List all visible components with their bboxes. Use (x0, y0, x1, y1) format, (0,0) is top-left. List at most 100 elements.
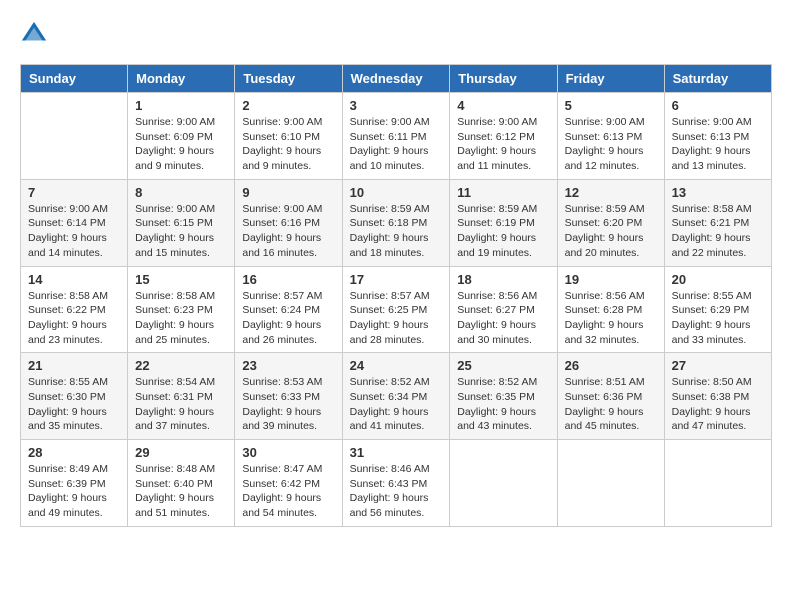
calendar-cell: 12 Sunrise: 8:59 AM Sunset: 6:20 PM Dayli… (557, 179, 664, 266)
calendar-cell: 25 Sunrise: 8:52 AM Sunset: 6:35 PM Dayli… (450, 353, 557, 440)
calendar-cell: 11 Sunrise: 8:59 AM Sunset: 6:19 PM Dayli… (450, 179, 557, 266)
day-number: 6 (672, 98, 764, 113)
calendar-header-row: SundayMondayTuesdayWednesdayThursdayFrid… (21, 65, 772, 93)
calendar-cell: 4Sunrise: 9:00 AM Sunset: 6:12 PM Daylig… (450, 93, 557, 180)
day-info: Sunrise: 8:52 AM Sunset: 6:35 PM Dayligh… (457, 375, 549, 434)
calendar-cell: 23 Sunrise: 8:53 AM Sunset: 6:33 PM Dayli… (235, 353, 342, 440)
calendar-cell: 13 Sunrise: 8:58 AM Sunset: 6:21 PM Dayli… (664, 179, 771, 266)
day-number: 24 (350, 358, 443, 373)
calendar-cell: 26 Sunrise: 8:51 AM Sunset: 6:36 PM Dayli… (557, 353, 664, 440)
day-info: Sunrise: 8:50 AM Sunset: 6:38 PM Dayligh… (672, 375, 764, 434)
day-info: Sunrise: 8:59 AM Sunset: 6:20 PM Dayligh… (565, 202, 657, 261)
day-number: 17 (350, 272, 443, 287)
day-info: Sunrise: 9:00 AM Sunset: 6:10 PM Dayligh… (242, 115, 334, 174)
day-number: 14 (28, 272, 120, 287)
day-header-tuesday: Tuesday (235, 65, 342, 93)
calendar-cell: 31 Sunrise: 8:46 AM Sunset: 6:43 PM Dayli… (342, 440, 450, 527)
day-number: 18 (457, 272, 549, 287)
day-header-saturday: Saturday (664, 65, 771, 93)
calendar-week-4: 21Sunrise: 8:55 AM Sunset: 6:30 PM Dayli… (21, 353, 772, 440)
day-info: Sunrise: 8:58 AM Sunset: 6:23 PM Dayligh… (135, 289, 227, 348)
day-number: 13 (672, 185, 764, 200)
calendar-cell: 27 Sunrise: 8:50 AM Sunset: 6:38 PM Dayli… (664, 353, 771, 440)
day-header-wednesday: Wednesday (342, 65, 450, 93)
day-number: 27 (672, 358, 764, 373)
day-number: 5 (565, 98, 657, 113)
day-number: 23 (242, 358, 334, 373)
day-number: 11 (457, 185, 549, 200)
day-number: 8 (135, 185, 227, 200)
day-info: Sunrise: 8:59 AM Sunset: 6:18 PM Dayligh… (350, 202, 443, 261)
calendar-cell: 19Sunrise: 8:56 AM Sunset: 6:28 PM Dayli… (557, 266, 664, 353)
day-info: Sunrise: 8:49 AM Sunset: 6:39 PM Dayligh… (28, 462, 120, 521)
day-number: 20 (672, 272, 764, 287)
logo-icon (20, 20, 48, 48)
day-number: 7 (28, 185, 120, 200)
day-number: 12 (565, 185, 657, 200)
day-number: 2 (242, 98, 334, 113)
day-info: Sunrise: 9:00 AM Sunset: 6:14 PM Dayligh… (28, 202, 120, 261)
calendar-cell: 3 Sunrise: 9:00 AM Sunset: 6:11 PM Daylig… (342, 93, 450, 180)
day-number: 26 (565, 358, 657, 373)
day-info: Sunrise: 9:00 AM Sunset: 6:11 PM Dayligh… (350, 115, 443, 174)
calendar-week-2: 7 Sunrise: 9:00 AM Sunset: 6:14 PM Daylig… (21, 179, 772, 266)
calendar-cell: 10 Sunrise: 8:59 AM Sunset: 6:18 PM Dayli… (342, 179, 450, 266)
calendar-cell: 1 Sunrise: 9:00 AM Sunset: 6:09 PM Daylig… (128, 93, 235, 180)
calendar-table: SundayMondayTuesdayWednesdayThursdayFrid… (20, 64, 772, 527)
calendar-cell: 28 Sunrise: 8:49 AM Sunset: 6:39 PM Dayli… (21, 440, 128, 527)
calendar-week-1: 1 Sunrise: 9:00 AM Sunset: 6:09 PM Daylig… (21, 93, 772, 180)
day-info: Sunrise: 8:48 AM Sunset: 6:40 PM Dayligh… (135, 462, 227, 521)
day-number: 28 (28, 445, 120, 460)
day-info: Sunrise: 8:54 AM Sunset: 6:31 PM Dayligh… (135, 375, 227, 434)
day-info: Sunrise: 8:58 AM Sunset: 6:22 PM Dayligh… (28, 289, 120, 348)
day-info: Sunrise: 9:00 AM Sunset: 6:13 PM Dayligh… (672, 115, 764, 174)
calendar-cell: 6 Sunrise: 9:00 AM Sunset: 6:13 PM Daylig… (664, 93, 771, 180)
day-info: Sunrise: 8:53 AM Sunset: 6:33 PM Dayligh… (242, 375, 334, 434)
day-info: Sunrise: 8:46 AM Sunset: 6:43 PM Dayligh… (350, 462, 443, 521)
day-number: 30 (242, 445, 334, 460)
day-number: 22 (135, 358, 227, 373)
day-number: 29 (135, 445, 227, 460)
calendar-cell: 17 Sunrise: 8:57 AM Sunset: 6:25 PM Dayli… (342, 266, 450, 353)
calendar-cell: 14 Sunrise: 8:58 AM Sunset: 6:22 PM Dayli… (21, 266, 128, 353)
calendar-cell (450, 440, 557, 527)
day-info: Sunrise: 8:57 AM Sunset: 6:25 PM Dayligh… (350, 289, 443, 348)
day-info: Sunrise: 8:59 AM Sunset: 6:19 PM Dayligh… (457, 202, 549, 261)
day-number: 3 (350, 98, 443, 113)
day-header-sunday: Sunday (21, 65, 128, 93)
day-number: 25 (457, 358, 549, 373)
day-number: 10 (350, 185, 443, 200)
calendar-cell: 18Sunrise: 8:56 AM Sunset: 6:27 PM Dayli… (450, 266, 557, 353)
calendar-cell: 22 Sunrise: 8:54 AM Sunset: 6:31 PM Dayli… (128, 353, 235, 440)
calendar-cell (21, 93, 128, 180)
day-info: Sunrise: 8:55 AM Sunset: 6:30 PM Dayligh… (28, 375, 120, 434)
calendar-cell: 9 Sunrise: 9:00 AM Sunset: 6:16 PM Daylig… (235, 179, 342, 266)
calendar-cell: 7 Sunrise: 9:00 AM Sunset: 6:14 PM Daylig… (21, 179, 128, 266)
day-info: Sunrise: 8:56 AM Sunset: 6:28 PM Dayligh… (565, 289, 657, 348)
calendar-cell: 15 Sunrise: 8:58 AM Sunset: 6:23 PM Dayli… (128, 266, 235, 353)
calendar-cell (557, 440, 664, 527)
day-info: Sunrise: 8:55 AM Sunset: 6:29 PM Dayligh… (672, 289, 764, 348)
day-number: 31 (350, 445, 443, 460)
calendar-cell: 2 Sunrise: 9:00 AM Sunset: 6:10 PM Daylig… (235, 93, 342, 180)
day-info: Sunrise: 9:00 AM Sunset: 6:16 PM Dayligh… (242, 202, 334, 261)
calendar-cell: 20 Sunrise: 8:55 AM Sunset: 6:29 PM Dayli… (664, 266, 771, 353)
calendar-cell: 21Sunrise: 8:55 AM Sunset: 6:30 PM Dayli… (21, 353, 128, 440)
day-info: Sunrise: 8:51 AM Sunset: 6:36 PM Dayligh… (565, 375, 657, 434)
day-header-thursday: Thursday (450, 65, 557, 93)
calendar-cell (664, 440, 771, 527)
calendar-cell: 30 Sunrise: 8:47 AM Sunset: 6:42 PM Dayli… (235, 440, 342, 527)
day-info: Sunrise: 8:47 AM Sunset: 6:42 PM Dayligh… (242, 462, 334, 521)
day-info: Sunrise: 9:00 AM Sunset: 6:09 PM Dayligh… (135, 115, 227, 174)
calendar-week-5: 28 Sunrise: 8:49 AM Sunset: 6:39 PM Dayli… (21, 440, 772, 527)
day-header-friday: Friday (557, 65, 664, 93)
day-number: 9 (242, 185, 334, 200)
day-number: 15 (135, 272, 227, 287)
day-info: Sunrise: 9:00 AM Sunset: 6:12 PM Dayligh… (457, 115, 549, 174)
day-info: Sunrise: 8:58 AM Sunset: 6:21 PM Dayligh… (672, 202, 764, 261)
calendar-cell: 24Sunrise: 8:52 AM Sunset: 6:34 PM Dayli… (342, 353, 450, 440)
calendar-cell: 29 Sunrise: 8:48 AM Sunset: 6:40 PM Dayli… (128, 440, 235, 527)
day-number: 1 (135, 98, 227, 113)
calendar-week-3: 14 Sunrise: 8:58 AM Sunset: 6:22 PM Dayli… (21, 266, 772, 353)
calendar-cell: 16Sunrise: 8:57 AM Sunset: 6:24 PM Dayli… (235, 266, 342, 353)
